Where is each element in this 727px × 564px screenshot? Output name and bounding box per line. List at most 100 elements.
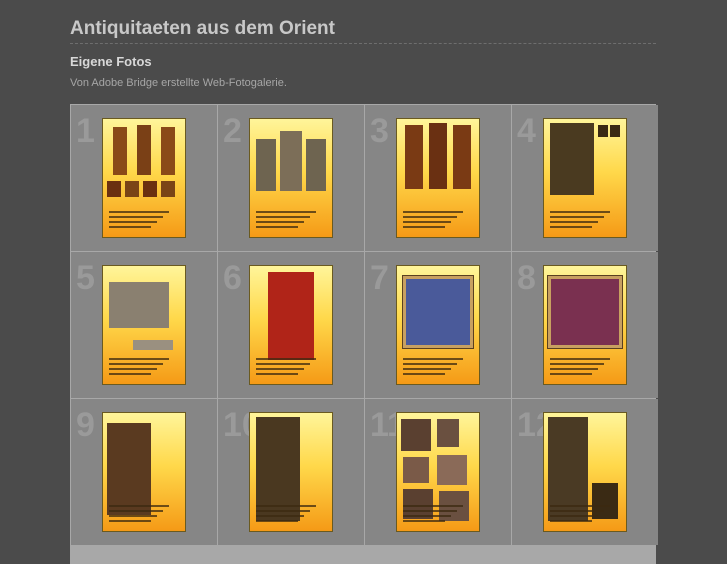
- thumbnail-photo: [161, 181, 175, 197]
- thumbnail-number: 2: [223, 112, 242, 150]
- thumbnail-cell[interactable]: 7: [365, 252, 511, 398]
- thumbnail-caption-line: [256, 368, 304, 370]
- thumbnail-caption-line: [256, 211, 316, 213]
- thumbnail-caption-line: [109, 221, 157, 223]
- thumbnail-caption-line: [256, 510, 310, 512]
- thumbnail-cell[interactable]: 6: [218, 252, 364, 398]
- thumbnail-image[interactable]: [250, 119, 332, 237]
- thumbnail-caption-line: [550, 216, 604, 218]
- thumbnail-caption-line: [403, 510, 457, 512]
- thumbnail-number: 9: [76, 406, 95, 444]
- thumbnail-photo: [161, 127, 175, 175]
- thumbnail-image[interactable]: [397, 119, 479, 237]
- thumbnail-caption-line: [403, 216, 457, 218]
- thumbnail-caption-line: [109, 368, 157, 370]
- thumbnail-caption-line: [550, 211, 610, 213]
- thumbnail-caption-line: [403, 221, 451, 223]
- thumbnail-caption-line: [403, 363, 457, 365]
- thumbnail-image[interactable]: [103, 119, 185, 237]
- thumbnail-number: 7: [370, 259, 389, 297]
- thumbnail-caption-line: [550, 368, 598, 370]
- thumbnail-photo: [107, 423, 151, 515]
- thumbnail-caption-line: [550, 520, 592, 522]
- thumbnail-photo: [401, 419, 431, 451]
- thumbnail-image[interactable]: [544, 413, 626, 531]
- thumbnail-caption-line: [550, 505, 610, 507]
- thumbnail-caption-line: [256, 216, 310, 218]
- thumbnail-photo: [402, 275, 474, 349]
- thumbnail-caption-line: [109, 373, 151, 375]
- thumbnail-caption-line: [403, 226, 445, 228]
- thumbnail-caption-line: [256, 373, 298, 375]
- thumbnail-cell[interactable]: 1: [71, 105, 217, 251]
- thumbnail-photo: [109, 282, 169, 328]
- thumbnail-photo: [429, 123, 447, 189]
- thumbnail-photo: [133, 340, 173, 350]
- thumbnail-cell[interactable]: 12: [512, 399, 658, 545]
- thumbnail-caption-line: [550, 221, 598, 223]
- thumbnail-photo: [113, 127, 127, 175]
- thumbnail-caption-line: [550, 515, 598, 517]
- thumbnail-number: 5: [76, 259, 95, 297]
- thumbnail-caption-line: [256, 221, 304, 223]
- thumbnail-image[interactable]: [397, 413, 479, 531]
- thumbnail-caption-line: [550, 363, 604, 365]
- thumbnail-caption-line: [109, 520, 151, 522]
- thumbnail-image[interactable]: [250, 413, 332, 531]
- thumbnail-cell[interactable]: 9: [71, 399, 217, 545]
- thumbnail-image[interactable]: [544, 119, 626, 237]
- page-title: Antiquitaeten aus dem Orient: [70, 18, 335, 39]
- thumbnail-caption-line: [403, 520, 445, 522]
- thumbnail-photo: [550, 123, 594, 195]
- thumbnail-photo: [437, 419, 459, 447]
- thumbnail-photo: [610, 125, 620, 137]
- thumbnail-grid: 1 2 3 4 5 6 7 8 9 10 11 12: [70, 104, 658, 564]
- thumbnail-cell[interactable]: 4: [512, 105, 658, 251]
- thumbnail-photo: [453, 125, 471, 189]
- thumbnail-number: 4: [517, 112, 536, 150]
- thumbnail-image[interactable]: [250, 266, 332, 384]
- thumbnail-photo: [403, 457, 429, 483]
- thumbnail-photo: [137, 125, 151, 175]
- thumbnail-cell[interactable]: 8: [512, 252, 658, 398]
- thumbnail-image[interactable]: [103, 266, 185, 384]
- thumbnail-caption-line: [109, 363, 163, 365]
- thumbnail-caption-line: [550, 510, 604, 512]
- thumbnail-photo: [592, 483, 618, 519]
- thumbnail-caption-line: [109, 211, 169, 213]
- thumbnail-caption-line: [256, 515, 304, 517]
- thumbnail-caption-line: [550, 358, 610, 360]
- thumbnail-caption-line: [550, 226, 592, 228]
- thumbnail-cell[interactable]: 3: [365, 105, 511, 251]
- thumbnail-caption-line: [256, 505, 316, 507]
- thumbnail-photo: [598, 125, 608, 137]
- thumbnail-photo: [547, 275, 623, 349]
- thumbnail-caption-line: [256, 358, 316, 360]
- thumbnail-image[interactable]: [544, 266, 626, 384]
- thumbnail-photo: [306, 139, 326, 191]
- thumbnail-caption-line: [109, 216, 163, 218]
- thumbnail-photo: [256, 139, 276, 191]
- thumbnail-cell[interactable]: 5: [71, 252, 217, 398]
- thumbnail-caption-line: [109, 505, 169, 507]
- thumbnail-caption-line: [550, 373, 592, 375]
- thumbnail-caption-line: [403, 211, 463, 213]
- thumbnail-caption-line: [403, 373, 445, 375]
- gallery-subtitle: Eigene Fotos: [70, 54, 152, 69]
- thumbnail-photo: [405, 125, 423, 189]
- thumbnail-cell[interactable]: 2: [218, 105, 364, 251]
- thumbnail-image[interactable]: [103, 413, 185, 531]
- thumbnail-caption-line: [109, 226, 151, 228]
- thumbnail-cell[interactable]: 10: [218, 399, 364, 545]
- thumbnail-caption-line: [403, 368, 451, 370]
- thumbnail-cell[interactable]: 11: [365, 399, 511, 545]
- thumbnail-image[interactable]: [397, 266, 479, 384]
- thumbnail-caption-line: [256, 520, 298, 522]
- gallery-description: Von Adobe Bridge erstellte Web-Fotogaler…: [70, 77, 287, 89]
- thumbnail-caption-line: [403, 515, 451, 517]
- thumbnail-caption-line: [403, 358, 463, 360]
- thumbnail-number: 3: [370, 112, 389, 150]
- thumbnail-caption-line: [256, 363, 310, 365]
- thumbnail-photo: [125, 181, 139, 197]
- thumbnail-photo: [107, 181, 121, 197]
